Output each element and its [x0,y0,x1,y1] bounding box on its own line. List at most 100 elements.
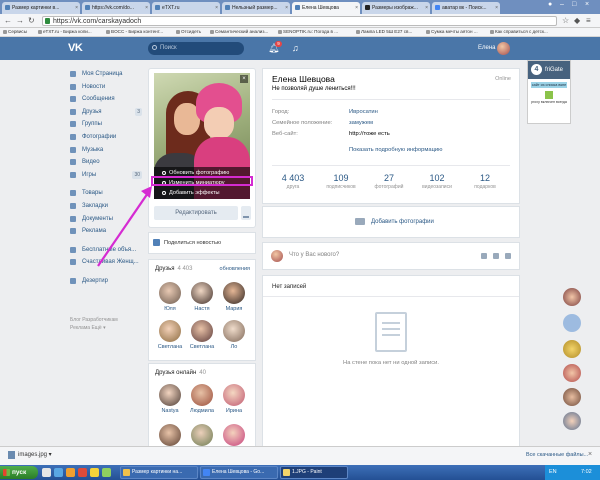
bookmark[interactable]: Сервисы [3,29,27,34]
bookmark[interactable]: BOCC - Биржа контент... [106,29,163,34]
friend-item[interactable]: Настя [187,282,217,312]
music-icon[interactable]: ♫ [292,43,299,53]
browser-tab-active[interactable]: Елена Шевцова × [292,2,360,14]
bookmark[interactable]: Лампа LED 5Ш E27 св... [356,29,412,34]
show-all-downloads-link[interactable]: Все скачанные файлы... [526,452,588,458]
menu-item-documents[interactable]: Документы [70,213,142,226]
quicklaunch-icon[interactable] [42,468,51,477]
bookmark[interactable]: eTXT.ru - Биржа копи... [38,29,92,34]
back-icon[interactable]: ← [4,16,12,25]
online-friend-item[interactable] [155,424,185,448]
close-icon[interactable]: × [240,75,248,83]
quicklaunch-icon[interactable] [102,468,111,477]
website-value[interactable]: http://тоже есть [349,131,390,137]
friend-item[interactable]: Светлана [187,320,217,350]
browser-tab[interactable]: аватар вк - Поиск... × [432,2,500,14]
search-input[interactable]: Поиск [148,42,244,55]
stats-icon[interactable] [241,206,251,220]
avatar[interactable] [497,42,510,55]
tab-close-icon[interactable]: × [145,2,148,14]
bookmark[interactable]: Как справиться с детск... [490,29,548,34]
browser-tab[interactable]: eTXT.ru × [152,2,220,14]
tab-close-icon[interactable]: × [495,2,498,14]
menu-item-messages[interactable]: Сообщения [70,93,142,106]
taskbar-task[interactable]: Елена Шевцова - Go... [200,466,278,479]
stat-followers[interactable]: 109 подписчиков [321,173,361,190]
edit-profile-button[interactable]: Редактировать [154,206,238,220]
friend-item[interactable]: Ло [219,320,249,350]
friends-online-title[interactable]: Друзья онлайн 40 [155,370,206,376]
tab-close-icon[interactable]: × [75,2,78,14]
friend-item[interactable]: Мария [219,282,249,312]
download-item[interactable]: images.jpg ▾ [8,451,52,459]
stat-videos[interactable]: 102 видеозаписи [417,173,457,190]
rail-avatar[interactable] [563,388,581,406]
language-indicator[interactable]: EN [549,469,557,475]
bookmark[interactable]: SENOPTIK.ru: Погода в ... [278,29,338,34]
footer-links-line[interactable]: Блог Разработчикам [70,316,150,324]
friend-item[interactable]: Светлана [155,320,185,350]
online-friend-item[interactable]: Ирина [219,384,249,414]
rail-avatar[interactable] [563,364,581,382]
add-photos-card[interactable]: Добавить фотографии [263,207,519,237]
menu-item-groups[interactable]: Группы [70,118,142,131]
friends-title[interactable]: Друзья 4 403 [155,266,192,272]
start-button[interactable]: пуск [0,466,38,479]
show-details-link[interactable]: Показать подробную информацию [349,147,442,153]
city-value[interactable]: Ивросатин [349,109,378,115]
quicklaunch-icon[interactable] [78,468,87,477]
tab-close-icon[interactable]: × [285,2,288,14]
tab-close-icon[interactable]: × [425,2,428,14]
frigate-status-bar[interactable]: сайт из списка вкпе [531,82,567,88]
vk-logo[interactable]: VK [68,42,83,54]
menu-item-happy-woman[interactable]: Счастливая Женщ... [70,256,142,269]
menu-item-my-page[interactable]: Моя Страница [70,68,142,81]
menu-item-ads[interactable]: Реклама [70,225,142,238]
forward-icon[interactable]: → [16,16,24,25]
menu-item-friends[interactable]: Друзья 3 [70,106,142,119]
close-icon[interactable]: × [588,451,592,458]
quicklaunch-icon[interactable] [54,468,63,477]
online-friend-item[interactable]: Людмила [187,384,217,414]
minimize-icon[interactable]: – [560,1,564,8]
bookmark[interactable]: Отсидеть [176,29,201,34]
post-input[interactable]: Что у Вас нового? [289,252,339,258]
menu-item-games[interactable]: Игры 30 [70,169,142,182]
share-news-card[interactable]: Поделиться новостью [149,233,255,253]
header-user-name[interactable]: Елена [478,45,496,51]
browser-tab[interactable]: Размер картинки в... × [2,2,80,14]
cart-icon[interactable] [563,314,581,332]
taskbar-task-active[interactable]: 1.JPG - Paint [280,466,348,479]
friend-item[interactable]: Юля [155,282,185,312]
taskbar-task[interactable]: Размер картинки на... [120,466,198,479]
quicklaunch-icon[interactable] [90,468,99,477]
music-icon[interactable] [505,253,511,259]
menu-item-news[interactable]: Новости [70,81,142,94]
menu-item-deserter[interactable]: Дезертир [70,275,142,288]
menu-icon[interactable]: ≡ [586,16,591,25]
rail-avatar[interactable] [563,340,581,358]
online-friend-item[interactable] [187,424,217,448]
stat-photos[interactable]: 27 фотографий [369,173,409,190]
menu-item-free-ads[interactable]: Бесплатные объя... [70,244,142,257]
stat-gifts[interactable]: 12 подарков [465,173,505,190]
browser-tab[interactable]: https://vk.com/do... × [82,2,150,14]
maximize-icon[interactable]: □ [572,1,576,8]
stat-friends[interactable]: 4 403 друга [273,173,313,190]
url-field[interactable]: https://vk.com/carskayadoch [42,16,557,26]
reload-icon[interactable]: ↻ [28,16,35,25]
browser-tab[interactable]: Нельзный размер... × [222,2,290,14]
rail-avatar[interactable] [563,288,581,306]
profile-status[interactable]: Не позволяй душе лениться!!! [272,86,356,92]
post-composer[interactable]: Что у Вас нового? [263,243,519,269]
window-close-icon[interactable]: × [585,1,589,8]
camera-icon[interactable] [481,253,487,259]
extension-icon[interactable]: ◆ [574,16,580,25]
browser-tab[interactable]: Размеры изобрaж... × [362,2,430,14]
frigate-extension-panel[interactable]: 4 friGate сайт из списка вкпе proxy включ… [527,60,571,124]
avatar-icon[interactable]: ● [548,1,552,8]
quicklaunch-icon[interactable] [66,468,75,477]
menu-item-bookmarks[interactable]: Закладки [70,200,142,213]
video-icon[interactable] [493,253,499,259]
bookmark[interactable]: Сумка мечты аятон ... [426,29,478,34]
